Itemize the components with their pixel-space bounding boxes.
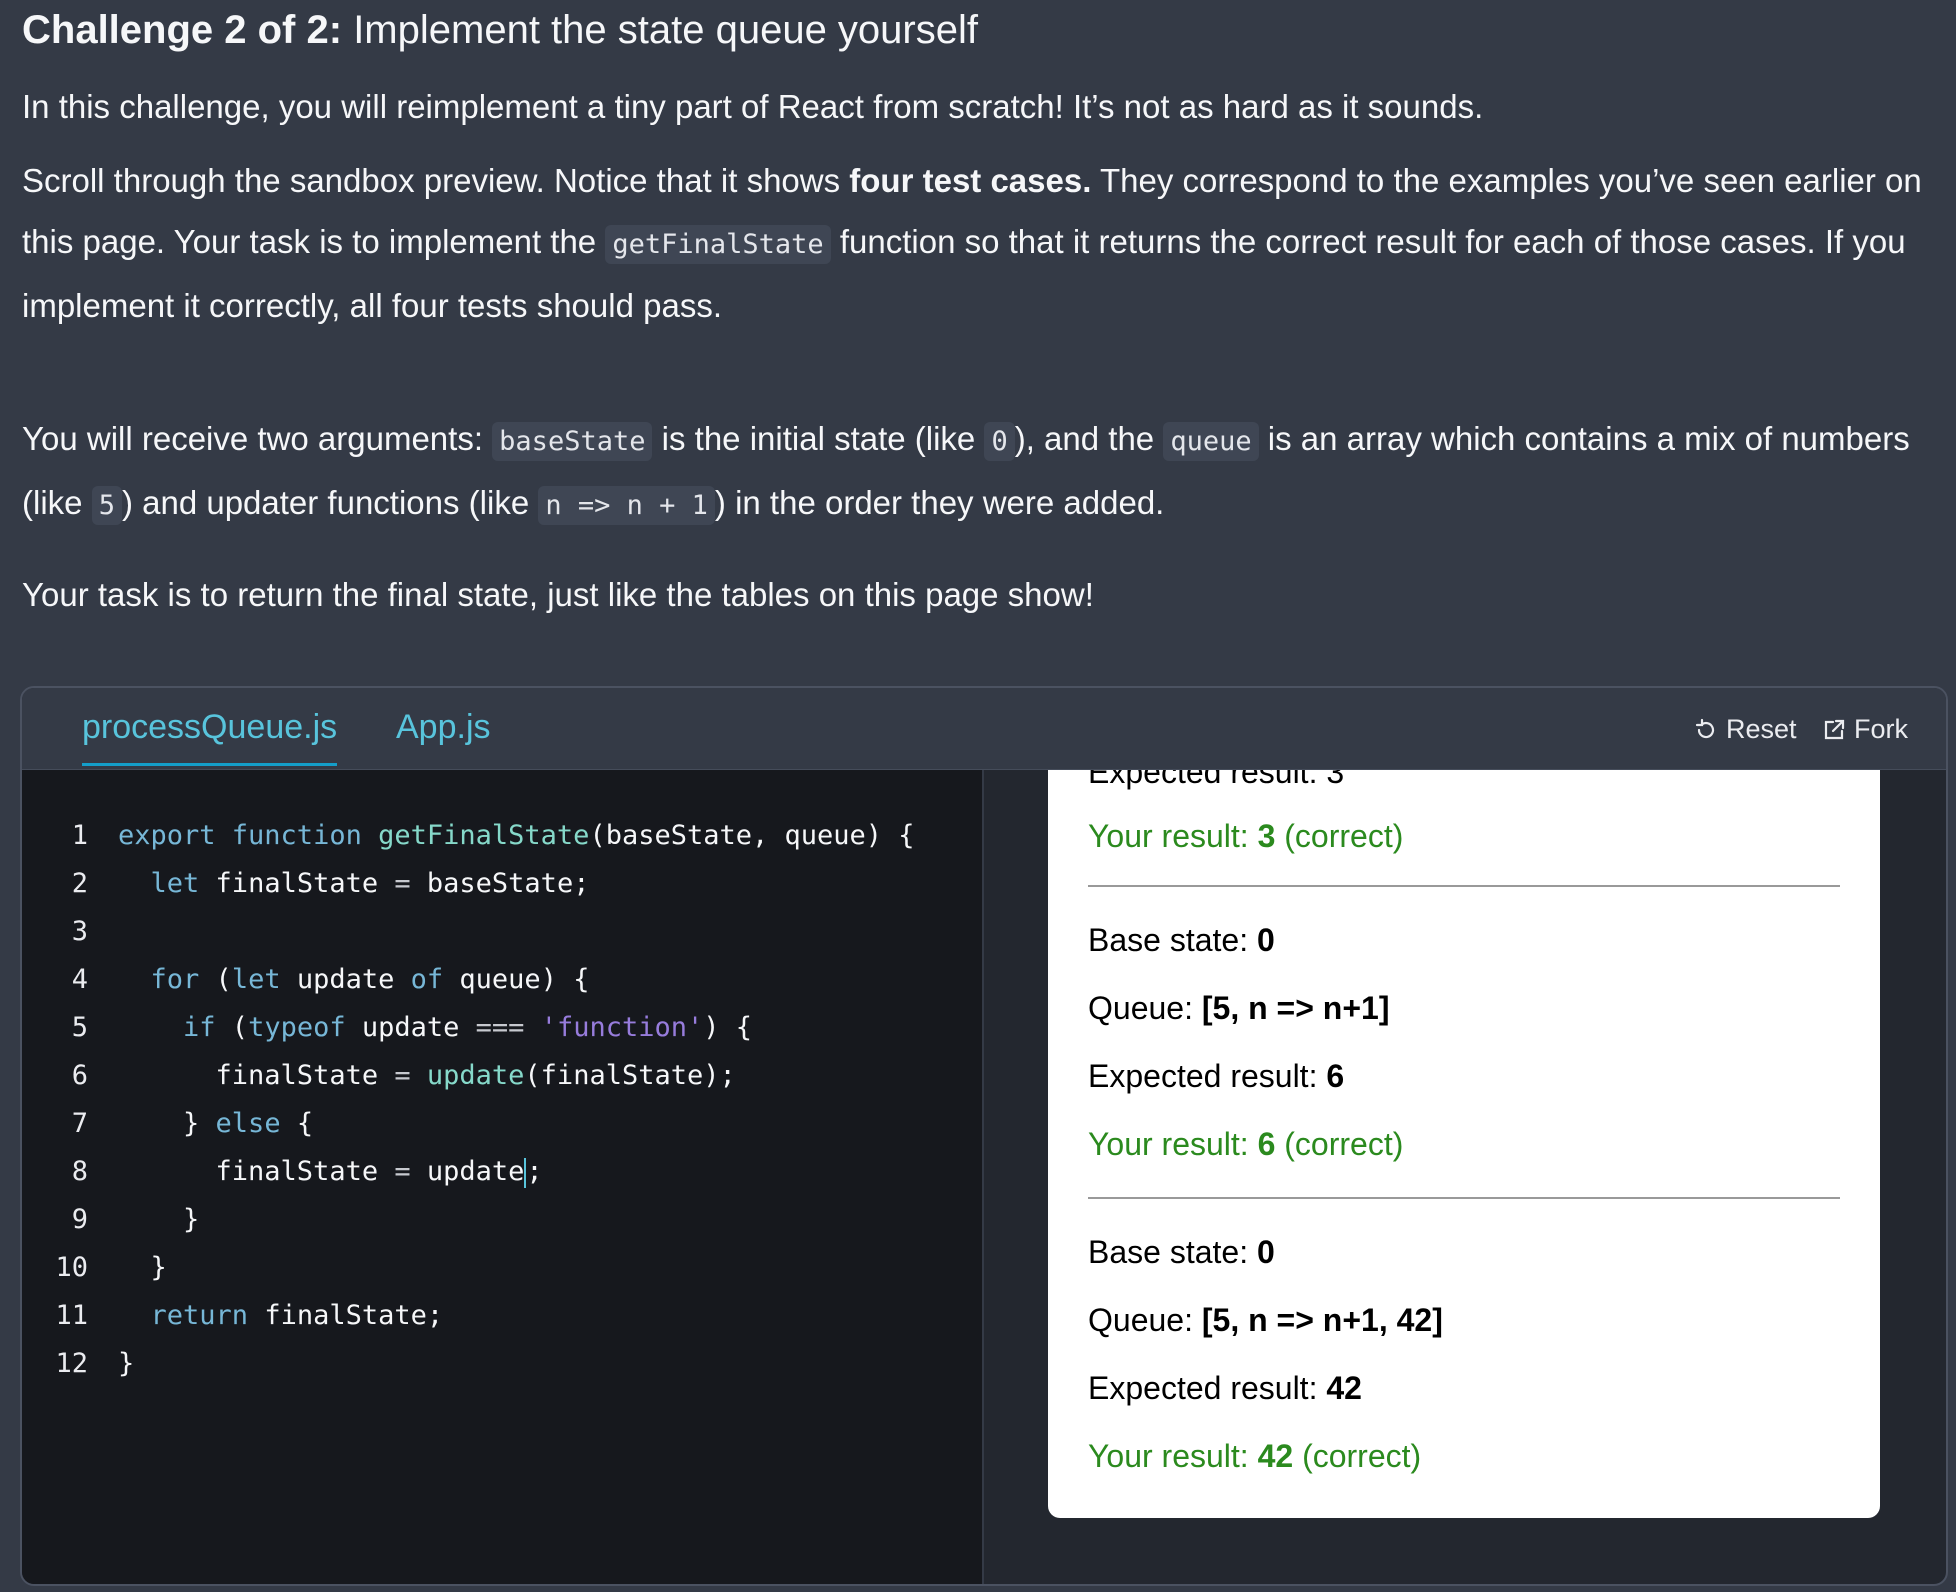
line-number: 9 xyxy=(71,1204,88,1235)
tab-processqueue-js[interactable]: processQueue.js xyxy=(82,708,338,766)
reset-button[interactable]: Reset xyxy=(1694,714,1797,745)
challenge-title: Challenge 2 of 2: Implement the state qu… xyxy=(22,8,978,53)
line-number: 5 xyxy=(71,1012,88,1043)
fork-button[interactable]: Fork xyxy=(1822,714,1908,745)
inline-code-getfinalstate: getFinalState xyxy=(605,225,831,264)
your-result-5: Your result: 42 (correct) xyxy=(1088,1438,1422,1474)
inline-code-queue: queue xyxy=(1163,422,1259,461)
intro-paragraph: In this challenge, you will reimplement … xyxy=(22,76,1942,137)
line-number: 8 xyxy=(71,1156,88,1187)
args-text-e: ) and updater functions (like xyxy=(121,484,539,521)
inline-code-five: 5 xyxy=(91,486,122,525)
task-text-a: Scroll through the sandbox preview. Noti… xyxy=(22,162,850,199)
base-state-5: Base state: 0 xyxy=(1088,1234,1275,1270)
arguments-paragraph: You will receive two arguments: baseStat… xyxy=(22,408,1942,536)
fork-label: Fork xyxy=(1854,714,1908,744)
line-number: 6 xyxy=(71,1060,88,1091)
tab-app-js[interactable]: App.js xyxy=(396,708,491,747)
expected-result-4: Expected result: 6 xyxy=(1088,1058,1345,1094)
args-text-b: is the initial state (like xyxy=(652,420,985,457)
your-result-3: Your result: 3 (correct) xyxy=(1088,818,1404,854)
divider xyxy=(1088,885,1840,887)
final-paragraph: Your task is to return the final state, … xyxy=(22,564,1942,625)
args-text-a: You will receive two arguments: xyxy=(22,420,493,457)
code-line: 10 } xyxy=(22,1244,166,1292)
code-line: 5 if (typeof update === 'function') { xyxy=(22,1004,752,1052)
partial-expected-result: Expected result: 3 xyxy=(1088,770,1345,790)
code-line: 9 } xyxy=(22,1196,200,1244)
line-number: 4 xyxy=(71,964,88,995)
inline-code-basestate: baseState xyxy=(492,422,653,461)
code-line: 1 export function getFinalState(baseState… xyxy=(22,812,915,860)
code-line: 11 return finalState; xyxy=(22,1292,443,1340)
text-cursor xyxy=(524,1157,527,1188)
line-number: 2 xyxy=(71,868,88,899)
code-line: 2 let finalState = baseState; xyxy=(22,860,590,908)
line-number: 11 xyxy=(55,1300,88,1331)
task-bold: four test cases. xyxy=(849,162,1092,199)
line-number: 12 xyxy=(55,1348,88,1379)
args-text-f: ) in the order they were added. xyxy=(714,484,1165,521)
code-sandbox: processQueue.js App.js Reset Fork 1 expor… xyxy=(20,686,1948,1586)
base-state-4: Base state: 0 xyxy=(1088,922,1275,958)
external-link-icon xyxy=(1824,719,1845,739)
sandbox-preview[interactable]: Expected result: 3 Your result: 3 (corre… xyxy=(1048,770,1880,1518)
line-number: 10 xyxy=(55,1252,88,1283)
code-line: 6 finalState = update(finalState); xyxy=(22,1052,736,1100)
line-number: 3 xyxy=(71,916,88,947)
code-line: 7 } else { xyxy=(22,1100,313,1148)
code-line: 8 finalState = update; xyxy=(22,1148,543,1196)
final-text: Your task is to return the final state, … xyxy=(22,576,1094,613)
inline-code-zero: 0 xyxy=(984,422,1015,461)
code-editor[interactable]: 1 export function getFinalState(baseState… xyxy=(22,770,984,1584)
reset-icon xyxy=(1695,718,1715,738)
code-line: 3 xyxy=(22,908,88,956)
task-paragraph: Scroll through the sandbox preview. Noti… xyxy=(22,150,1942,336)
reset-label: Reset xyxy=(1726,714,1797,744)
queue-4: Queue: [5, n => n+1] xyxy=(1088,990,1390,1026)
queue-5: Queue: [5, n => n+1, 42] xyxy=(1088,1302,1443,1338)
code-line: 4 for (let update of queue) { xyxy=(22,956,590,1004)
inline-code-updater: n => n + 1 xyxy=(538,486,715,525)
challenge-name: Implement the state queue yourself xyxy=(353,8,978,52)
args-text-c: ), and the xyxy=(1014,420,1164,457)
intro-text: In this challenge, you will reimplement … xyxy=(22,88,1484,125)
challenge-number: Challenge 2 of 2: xyxy=(22,8,343,52)
divider xyxy=(1088,1197,1840,1199)
your-result-4: Your result: 6 (correct) xyxy=(1088,1126,1404,1162)
line-number: 7 xyxy=(71,1108,88,1139)
sandbox-tab-bar: processQueue.js App.js Reset Fork xyxy=(22,688,1946,770)
line-number: 1 xyxy=(71,820,88,851)
code-line: 12} xyxy=(22,1340,134,1388)
expected-result-5: Expected result: 42 xyxy=(1088,1370,1362,1406)
